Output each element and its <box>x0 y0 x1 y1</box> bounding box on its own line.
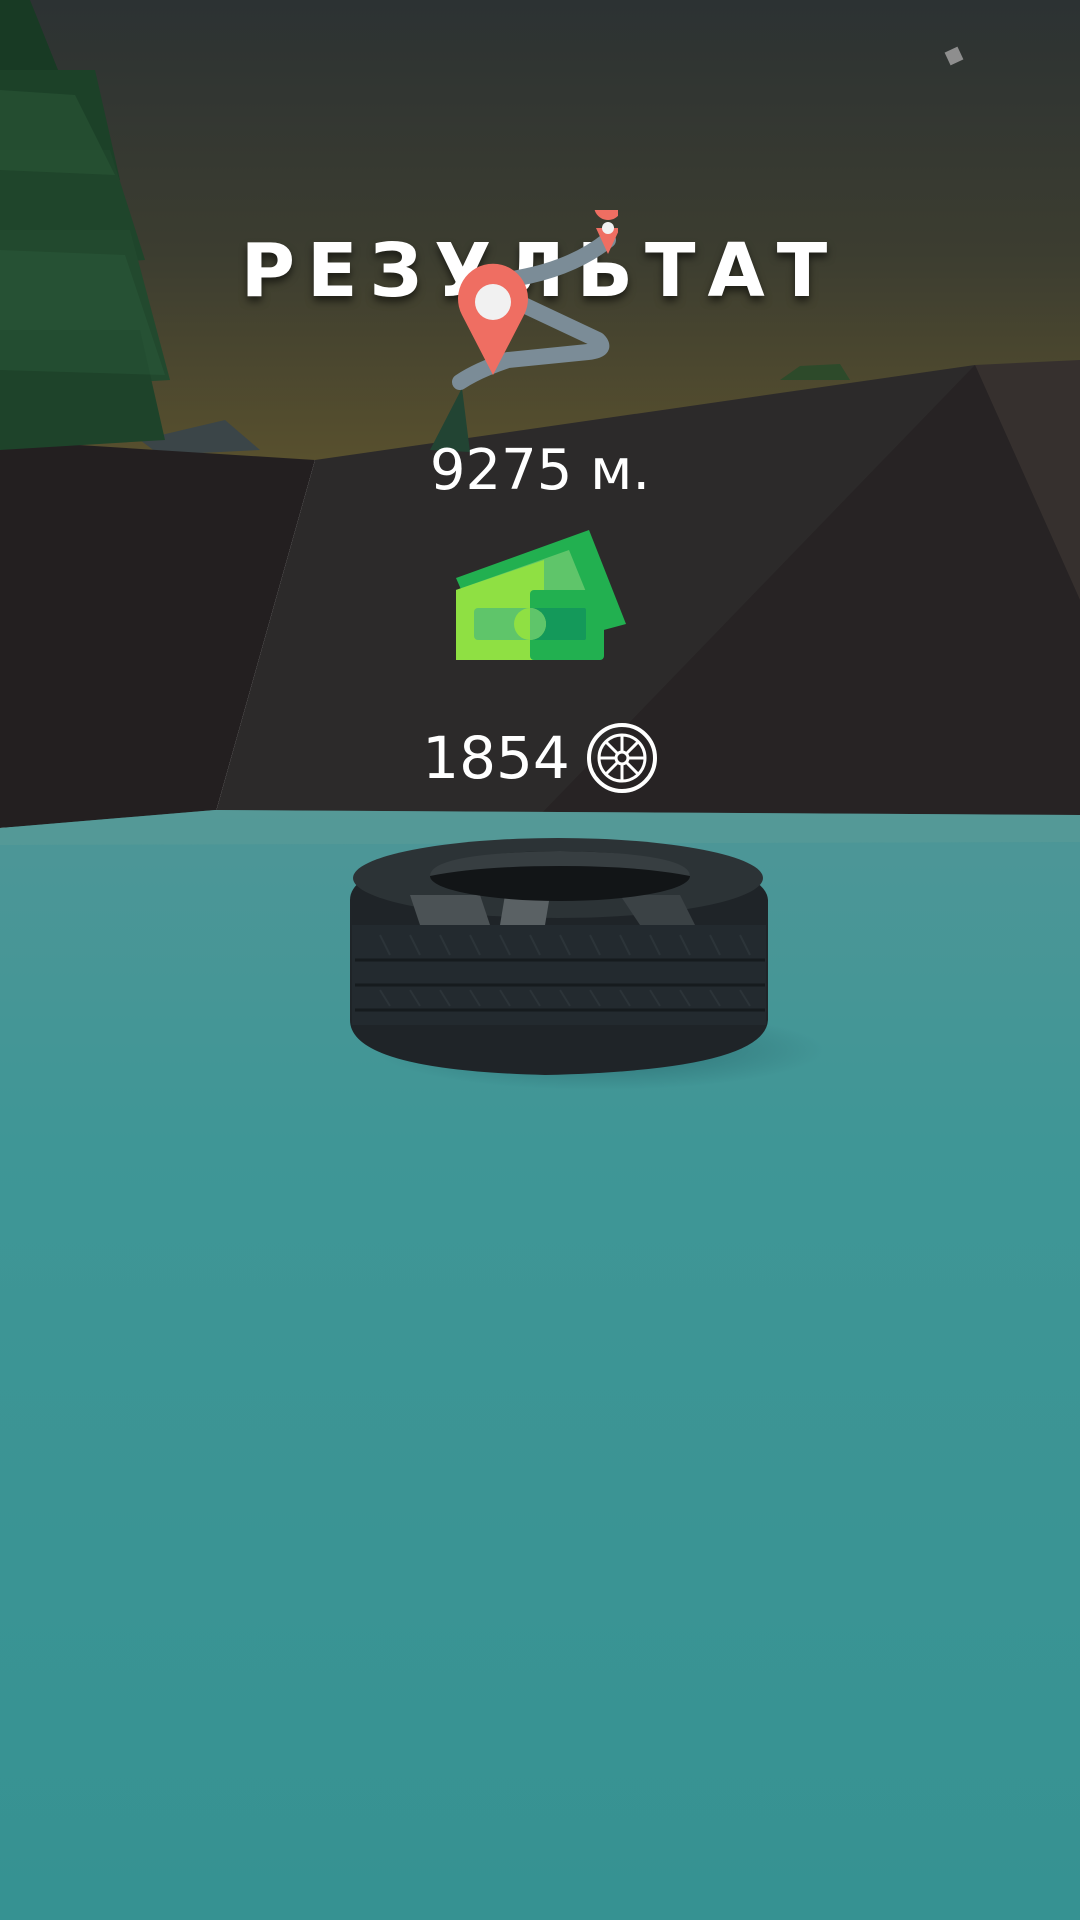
diamond-icon[interactable] <box>944 46 964 66</box>
wheel-coin-icon <box>586 723 657 793</box>
coins-value: 1854 <box>422 724 570 792</box>
game-scene: РЕЗУЛЬТАТ 9275 м. 1854 <box>0 0 1080 1920</box>
distance-value: 9275 м. <box>429 438 651 503</box>
route-map-pin-icon <box>452 210 618 390</box>
tire <box>350 838 825 1090</box>
cash-stack-icon <box>456 530 626 660</box>
coins-counter: 1854 <box>0 722 1080 794</box>
